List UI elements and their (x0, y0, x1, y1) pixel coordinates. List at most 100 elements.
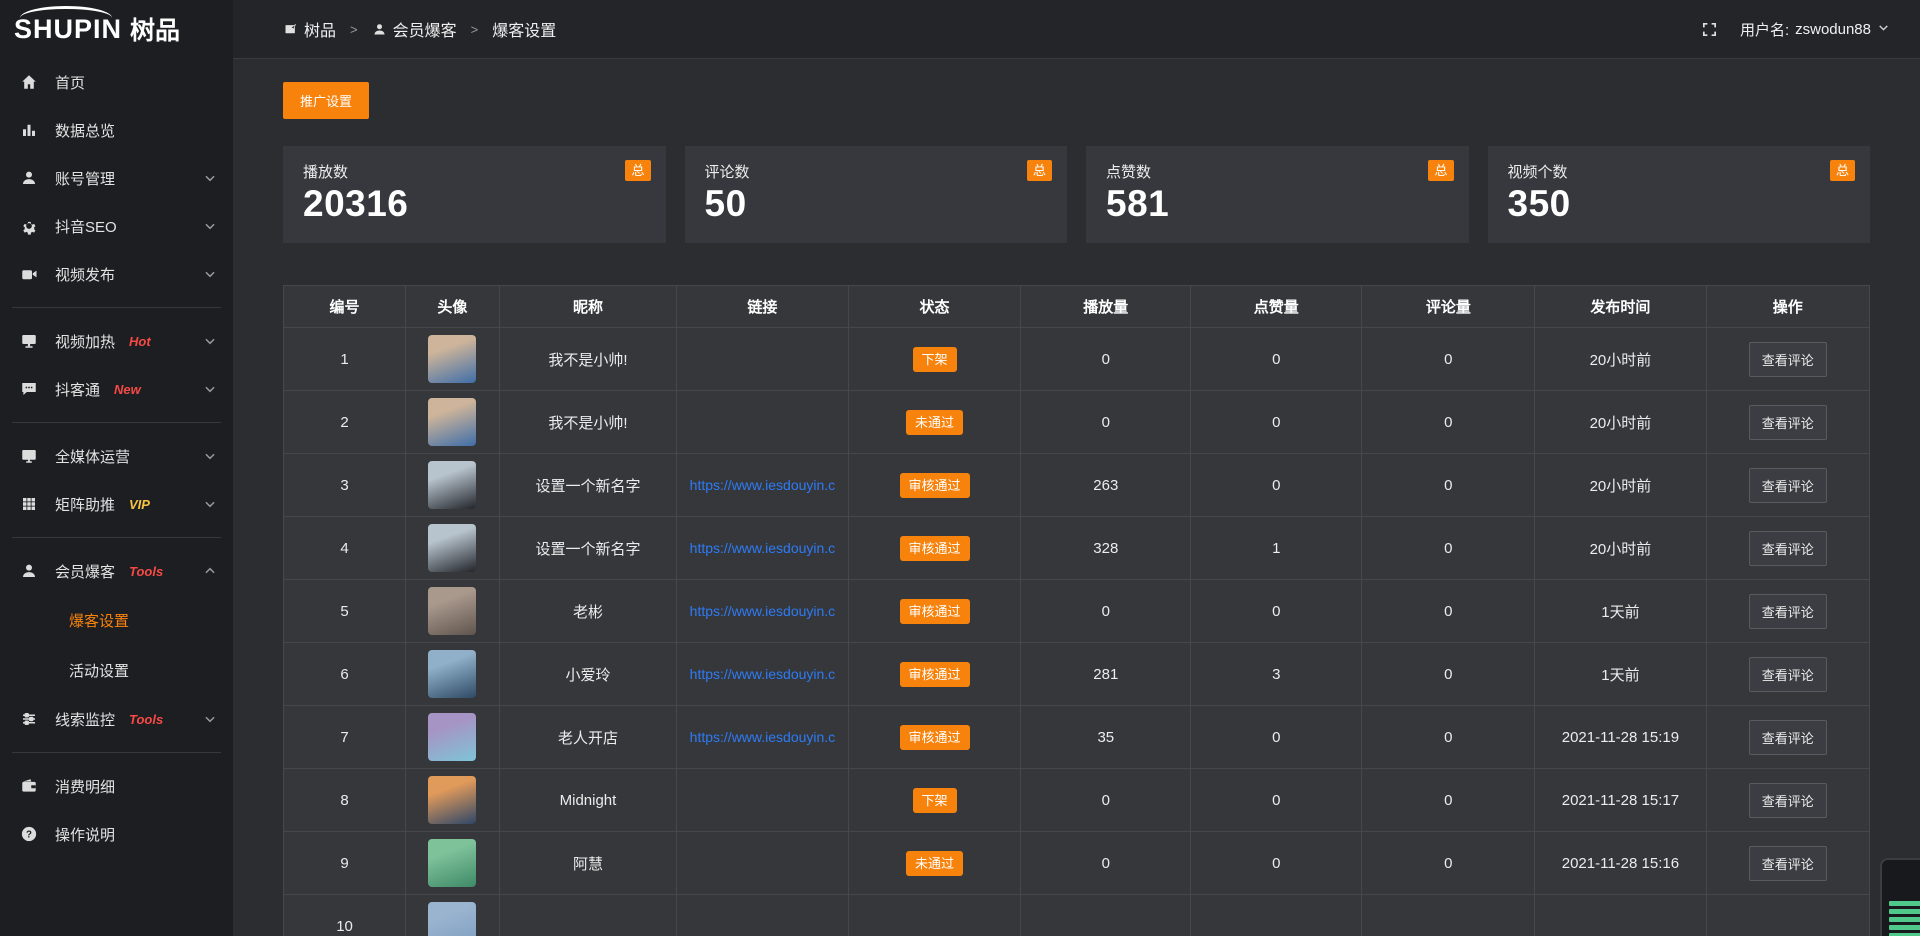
avatar-cell (406, 706, 500, 769)
sidebar-item-矩阵助推[interactable]: 矩阵助推VIP (0, 480, 233, 528)
video-link[interactable]: https://www.iesdouyin.c (677, 540, 847, 556)
plays-count: 0 (1021, 391, 1191, 454)
avatar (428, 461, 476, 509)
link-cell: https://www.iesdouyin.c (677, 454, 848, 517)
video-link[interactable]: https://www.iesdouyin.c (677, 477, 847, 493)
chevron-up-icon (203, 564, 217, 578)
row-number: 9 (284, 832, 406, 895)
videos-table-wrap: 编号头像昵称链接状态播放量点赞量评论量发布时间操作 1我不是小帅!下架00020… (283, 285, 1870, 936)
chevron-down-icon (203, 497, 217, 511)
brand-logo-cn: 树品 (130, 11, 180, 47)
sidebar-item-数据总览[interactable]: 数据总览 (0, 106, 233, 154)
breadcrumb-label: 树品 (304, 17, 336, 41)
sidebar-item-抖音SEO[interactable]: 抖音SEO (0, 202, 233, 250)
likes-count: 0 (1191, 769, 1362, 832)
link-cell (677, 328, 848, 391)
sidebar-item-label: 数据总览 (55, 120, 115, 141)
plays-count: 0 (1021, 328, 1191, 391)
sidebar-item-label: 抖客通 (55, 379, 100, 400)
video-link[interactable]: https://www.iesdouyin.c (677, 729, 847, 745)
status-cell: 下架 (848, 769, 1021, 832)
sidebar-subitem-活动设置[interactable]: 活动设置 (0, 645, 233, 695)
sidebar-item-全媒体运营[interactable]: 全媒体运营 (0, 432, 233, 480)
avatar-cell (406, 895, 500, 936)
video-link[interactable]: https://www.iesdouyin.c (677, 666, 847, 682)
sidebar-item-视频发布[interactable]: 视频发布 (0, 250, 233, 298)
view-comments-button[interactable]: 查看评论 (1749, 846, 1827, 881)
column-header-头像: 头像 (406, 286, 500, 328)
table-row: 1我不是小帅!下架00020小时前查看评论 (284, 328, 1870, 391)
table-row: 5老彬https://www.iesdouyin.c审核通过0001天前查看评论 (284, 580, 1870, 643)
stat-cards: 播放数20316总评论数50总点赞数581总视频个数350总 (283, 146, 1870, 243)
nickname: Midnight (499, 769, 677, 832)
breadcrumb-item-树品[interactable]: 树品 (283, 17, 336, 41)
plays-count: 35 (1021, 706, 1191, 769)
video-link[interactable]: https://www.iesdouyin.c (677, 603, 847, 619)
likes-count: 0 (1191, 580, 1362, 643)
view-comments-button[interactable]: 查看评论 (1749, 531, 1827, 566)
sidebar-item-首页[interactable]: 首页 (0, 58, 233, 106)
sidebar-item-label: 首页 (55, 72, 85, 93)
likes-count: 1 (1191, 517, 1362, 580)
sidebar-item-视频加热[interactable]: 视频加热Hot (0, 317, 233, 365)
widget-bar (1889, 925, 1920, 930)
chevron-down-icon (203, 267, 217, 281)
status-cell: 下架 (848, 328, 1021, 391)
grid-icon (20, 494, 40, 514)
stat-card-评论数: 评论数50总 (685, 146, 1068, 243)
sliders-icon (20, 709, 40, 729)
view-comments-button[interactable]: 查看评论 (1749, 594, 1827, 629)
widget-bar (1889, 917, 1920, 922)
avatar-cell (406, 643, 500, 706)
row-number: 8 (284, 769, 406, 832)
status-cell: 审核通过 (848, 580, 1021, 643)
sidebar-item-消费明细[interactable]: 消费明细 (0, 762, 233, 810)
view-comments-button[interactable]: 查看评论 (1749, 468, 1827, 503)
sidebar-item-账号管理[interactable]: 账号管理 (0, 154, 233, 202)
sidebar-item-会员爆客[interactable]: 会员爆客Tools (0, 547, 233, 595)
table-row: 2我不是小帅!未通过00020小时前查看评论 (284, 391, 1870, 454)
avatar (428, 587, 476, 635)
breadcrumb: 树品>会员爆客>爆客设置 (283, 17, 556, 41)
breadcrumb-label: 爆客设置 (492, 17, 556, 41)
sidebar-item-操作说明[interactable]: ?操作说明 (0, 810, 233, 858)
view-comments-button[interactable]: 查看评论 (1749, 657, 1827, 692)
breadcrumb-item-爆客设置[interactable]: 爆客设置 (492, 17, 556, 41)
view-comments-button[interactable]: 查看评论 (1749, 342, 1827, 377)
action-cell: 查看评论 (1706, 580, 1869, 643)
breadcrumb-item-会员爆客[interactable]: 会员爆客 (372, 17, 457, 41)
stat-card-播放数: 播放数20316总 (283, 146, 666, 243)
floating-phone-widget[interactable] (1880, 858, 1920, 936)
stat-label: 视频个数 (1508, 161, 1851, 182)
fullscreen-icon[interactable] (1701, 21, 1718, 38)
username-value: zswodun88 (1795, 21, 1871, 38)
status-cell: 审核通过 (848, 643, 1021, 706)
view-comments-button[interactable]: 查看评论 (1749, 783, 1827, 818)
sidebar-item-抖客通[interactable]: 抖客通New (0, 365, 233, 413)
topbar: 树品>会员爆客>爆客设置 用户名: zswodun88 (233, 0, 1920, 59)
user-menu[interactable]: 用户名: zswodun88 (1740, 19, 1890, 40)
widget-bar (1889, 901, 1920, 906)
sidebar-subitem-爆客设置[interactable]: 爆客设置 (0, 595, 233, 645)
view-comments-button[interactable]: 查看评论 (1749, 405, 1827, 440)
avatar (428, 776, 476, 824)
likes-count: 0 (1191, 391, 1362, 454)
comments-count: 0 (1362, 643, 1535, 706)
nickname: 设置一个新名字 (499, 454, 677, 517)
view-comments-button[interactable]: 查看评论 (1749, 720, 1827, 755)
promo-settings-button[interactable]: 推广设置 (283, 82, 369, 119)
nickname: 阿慧 (499, 832, 677, 895)
sidebar-item-label: 消费明细 (55, 776, 115, 797)
column-header-链接: 链接 (677, 286, 848, 328)
column-header-操作: 操作 (1706, 286, 1869, 328)
sidebar-item-线索监控[interactable]: 线索监控Tools (0, 695, 233, 743)
stat-value: 50 (705, 183, 1048, 225)
status-badge: 审核通过 (900, 725, 970, 750)
breadcrumb-label: 会员爆客 (393, 17, 457, 41)
nickname: 老彬 (499, 580, 677, 643)
action-cell: 查看评论 (1706, 832, 1869, 895)
sidebar-item-tag: Tools (129, 564, 163, 579)
status-badge: 审核通过 (900, 662, 970, 687)
chevron-down-icon (203, 449, 217, 463)
user-icon (372, 22, 387, 37)
